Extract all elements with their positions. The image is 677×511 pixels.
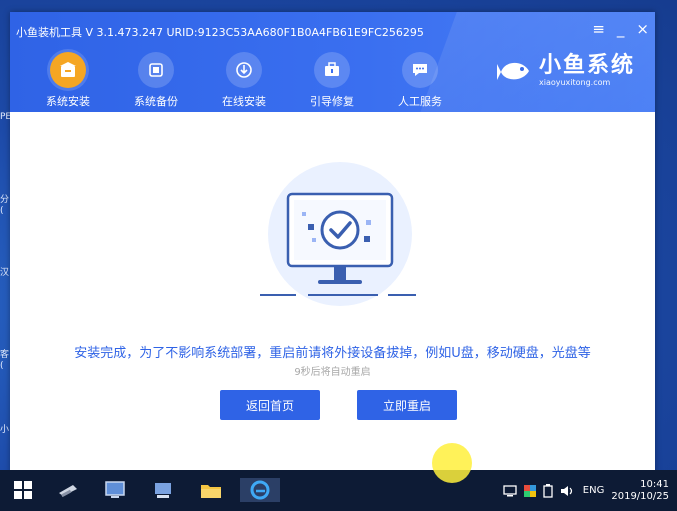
taskbar: ENG 10:41 2019/10/25 [0,470,677,511]
system-backup-icon [138,52,174,88]
language-indicator[interactable]: ENG [583,485,605,496]
window-header: 小鱼装机工具 V 3.1.473.247 URID:9123C53AA680F1… [10,12,655,112]
restart-countdown: 9秒后将自动重启 [294,367,371,378]
logo-main-text: 小鱼系统 [538,53,635,78]
nav-item-system-install[interactable]: 系统安装 [40,52,96,109]
main-nav: 系统安装 系统备份 在线安装 引导修复 人工服务 [40,52,448,109]
install-complete-illustration [260,162,416,306]
system-install-icon [50,52,86,88]
online-install-icon [226,52,262,88]
nav-label: 人工服务 [398,95,442,108]
window-title: 小鱼装机工具 V 3.1.473.247 URID:9123C53AA680F1… [16,26,424,39]
return-home-button[interactable]: 返回首页 [220,390,320,420]
nav-item-boot-repair[interactable]: 引导修复 [304,52,360,109]
cursor-highlight [432,443,472,483]
nav-item-system-backup[interactable]: 系统备份 [128,52,184,109]
clock-time: 10:41 [640,478,669,490]
install-complete-message: 安装完成，为了不影响系统部署，重启前请将外接设备拔掉，例如U盘，移动硬盘，光盘等 [74,346,591,361]
nav-label: 系统备份 [134,95,178,108]
tool-icon[interactable] [55,478,81,502]
browser-icon[interactable] [240,478,280,502]
boot-repair-icon [314,52,350,88]
restart-now-button[interactable]: 立即重启 [357,390,457,420]
volume-icon[interactable] [560,485,576,497]
check-circle-icon [320,210,360,250]
battery-icon[interactable] [543,483,553,498]
clock-date: 2019/10/25 [611,490,669,502]
network-icon[interactable] [150,478,176,502]
display-icon[interactable] [503,484,517,497]
system-tray: ENG 10:41 2019/10/25 [503,470,669,511]
nav-label: 系统安装 [46,95,90,108]
color-app-icon[interactable] [523,484,536,497]
installer-window: 小鱼装机工具 V 3.1.473.247 URID:9123C53AA680F1… [10,12,655,475]
menu-button[interactable]: ≡ [592,20,605,38]
folder-icon[interactable] [198,478,224,502]
brand-logo: 小鱼系统 xiaoyuxitong.com [496,53,635,88]
logo-sub-text: xiaoyuxitong.com [538,78,611,87]
clock[interactable]: 10:41 2019/10/25 [611,479,669,503]
nav-label: 在线安装 [222,95,266,108]
window-controls: ≡ _ × [592,20,649,38]
nav-label: 引导修复 [310,95,354,108]
minimize-button[interactable]: _ [617,20,625,38]
computer-icon[interactable] [102,478,128,502]
nav-item-manual-service[interactable]: 人工服务 [392,52,448,109]
close-button[interactable]: × [636,20,649,38]
support-chat-icon [402,52,438,88]
nav-item-online-install[interactable]: 在线安装 [216,52,272,109]
start-icon[interactable] [10,478,36,502]
fish-logo-icon [496,62,529,80]
